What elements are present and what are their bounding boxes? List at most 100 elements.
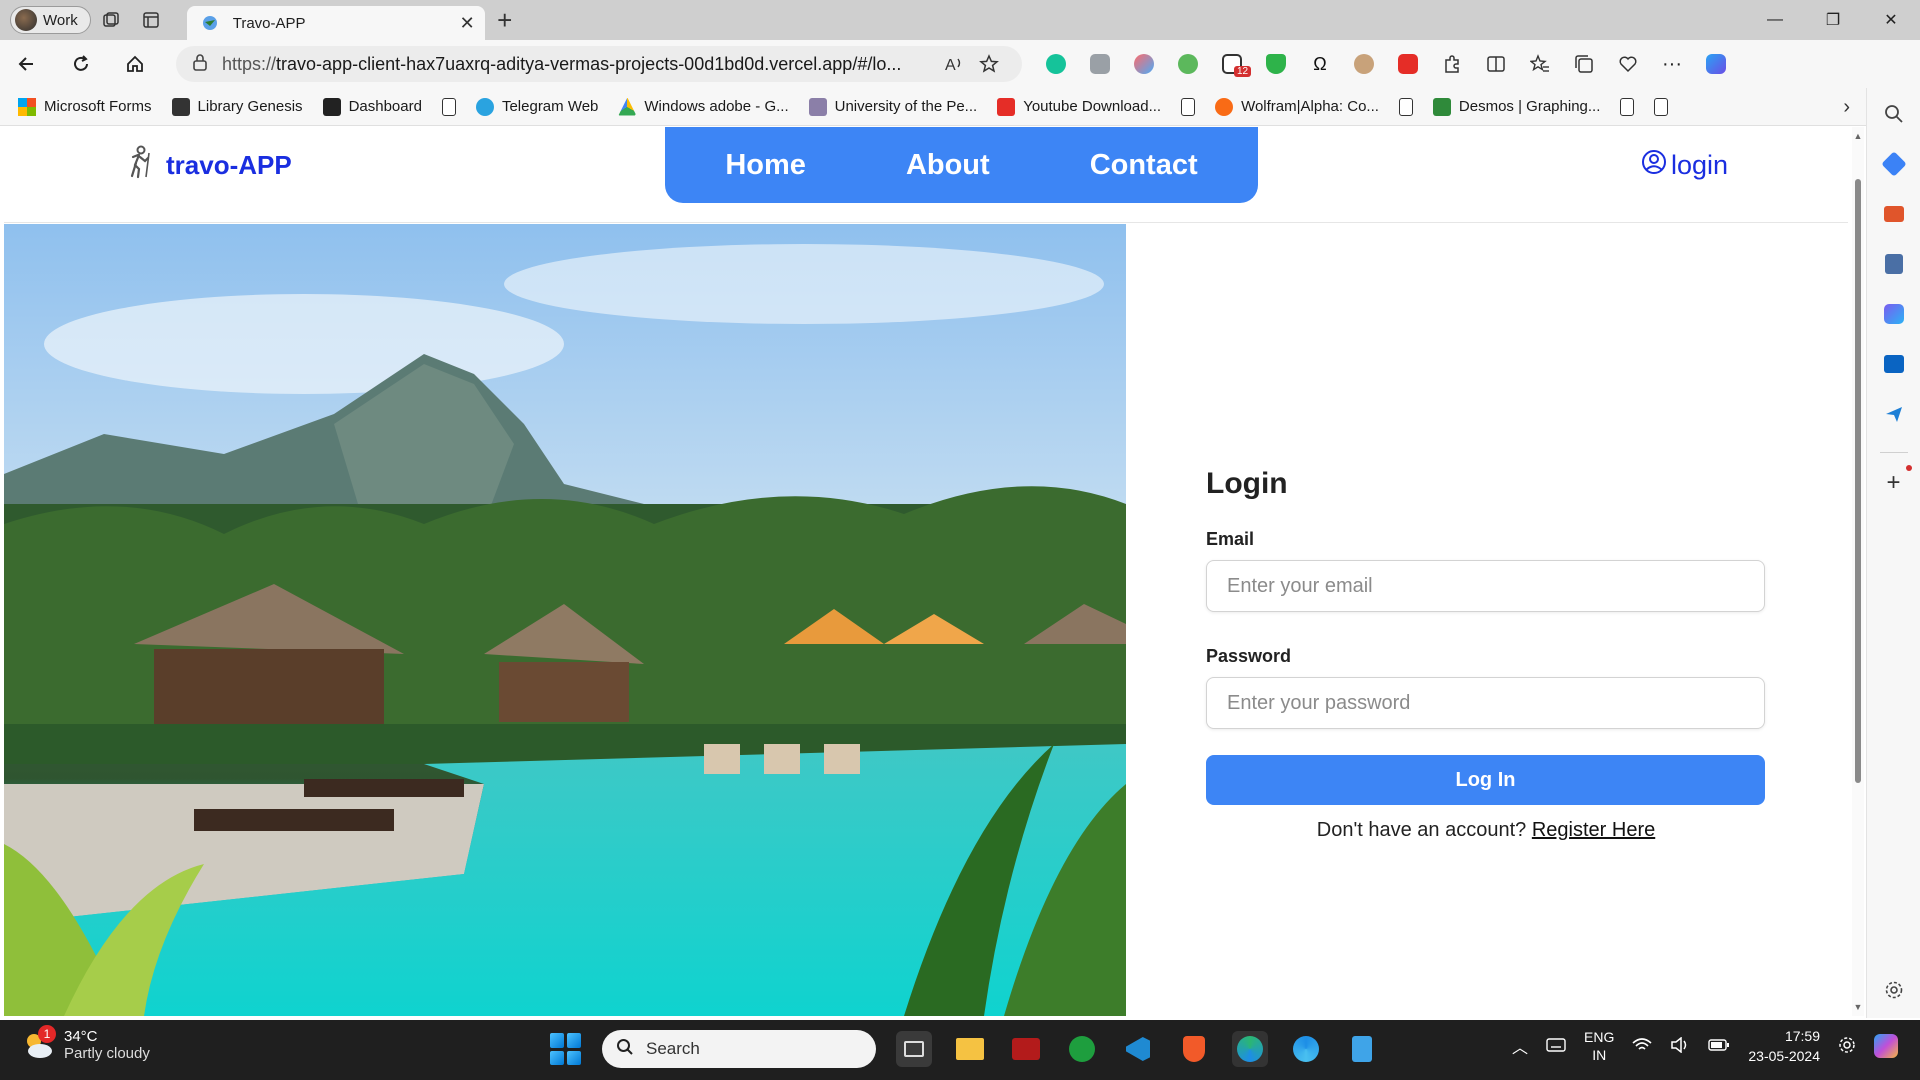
resort-photo <box>4 224 1126 1016</box>
favorite-star-icon[interactable] <box>972 54 1006 74</box>
tab-actions-icon[interactable] <box>131 0 171 40</box>
shopping-tag-icon[interactable] <box>1880 151 1907 177</box>
system-tray: ︿ ENG IN 17:59 23-05-2024 <box>1512 1026 1898 1066</box>
close-tab-icon[interactable]: ✕ <box>460 13 475 34</box>
header-login-link[interactable]: login <box>1641 149 1728 182</box>
home-icon[interactable] <box>108 44 162 84</box>
bookmark-library-genesis[interactable]: Library Genesis <box>171 97 303 116</box>
split-screen-icon[interactable] <box>1474 44 1518 84</box>
more-bookmarks-chevron-icon[interactable]: › <box>1843 96 1850 119</box>
copilot-taskbar-icon[interactable] <box>1874 1034 1898 1058</box>
tab-travo-app[interactable]: Travo-APP ✕ <box>186 6 485 40</box>
send-icon[interactable] <box>1882 402 1906 426</box>
notepad-icon[interactable] <box>1344 1031 1380 1067</box>
brave-icon[interactable] <box>1176 1031 1212 1067</box>
site-header: travo-APP Home About Contact login <box>4 127 1848 223</box>
bookmark-windows-adobe[interactable]: Windows adobe - G... <box>618 97 789 116</box>
close-window-icon[interactable]: ✕ <box>1862 0 1920 40</box>
games-icon[interactable] <box>1882 252 1906 276</box>
bookmark-blank-1[interactable] <box>441 97 456 116</box>
youtube-extension-icon[interactable] <box>1386 44 1430 84</box>
face-extension-icon[interactable] <box>1342 44 1386 84</box>
notification-settings-icon[interactable] <box>1838 1036 1856 1057</box>
xbox-icon[interactable] <box>1064 1031 1100 1067</box>
shield-extension-icon[interactable] <box>1254 44 1298 84</box>
profile-button[interactable]: Work <box>10 6 91 34</box>
extensions-puzzle-icon[interactable] <box>1430 44 1474 84</box>
favorites-icon[interactable] <box>1518 44 1562 84</box>
lock-icon[interactable] <box>192 53 208 76</box>
restore-icon[interactable]: ❐ <box>1804 0 1862 40</box>
login-submit-button[interactable]: Log In <box>1206 755 1765 805</box>
language-indicator[interactable]: ENG IN <box>1584 1028 1614 1064</box>
copilot-icon[interactable] <box>1694 44 1738 84</box>
copy-extension-icon[interactable] <box>1078 44 1122 84</box>
taskbar-search[interactable]: Search <box>602 1030 876 1068</box>
bookmark-microsoft-forms[interactable]: Microsoft Forms <box>18 97 152 116</box>
edge-sidebar: + <box>1866 88 1920 1018</box>
file-explorer-icon[interactable] <box>952 1031 988 1067</box>
wifi-icon[interactable] <box>1632 1037 1652 1056</box>
password-input[interactable] <box>1206 677 1765 729</box>
scrollbar-thumb[interactable] <box>1855 179 1861 783</box>
tools-icon[interactable] <box>1882 202 1906 226</box>
workspaces-icon[interactable] <box>91 0 131 40</box>
register-link[interactable]: Register Here <box>1532 819 1655 841</box>
colorful-extension-icon[interactable] <box>1122 44 1166 84</box>
edge-icon[interactable] <box>1232 1031 1268 1067</box>
vscode-icon[interactable] <box>1120 1031 1156 1067</box>
volume-icon[interactable] <box>1670 1035 1690 1056</box>
system-clock[interactable]: 17:59 23-05-2024 <box>1748 1026 1820 1066</box>
bookmark-youtube-download[interactable]: Youtube Download... <box>997 97 1161 116</box>
bookmark-blank-3[interactable] <box>1398 97 1413 116</box>
keyboard-icon[interactable] <box>1546 1037 1566 1055</box>
nav-about[interactable]: About <box>906 149 990 182</box>
address-input[interactable]: https://travo-app-client-hax7uaxrq-adity… <box>176 46 1022 82</box>
extension-badge: 12 <box>1234 66 1252 77</box>
bookmark-blank-5[interactable] <box>1654 97 1669 116</box>
weather-widget[interactable]: 1 34°C Partly cloudy <box>22 1025 150 1062</box>
refresh-icon[interactable] <box>54 44 108 84</box>
settings-gear-icon[interactable] <box>1882 978 1906 1002</box>
search-icon <box>616 1038 634 1061</box>
bookmark-wolfram-alpha[interactable]: Wolfram|Alpha: Co... <box>1215 97 1379 116</box>
extensions-bar: 12 Ω ··· <box>1034 44 1738 84</box>
microsoft-365-icon[interactable] <box>1882 302 1906 326</box>
bookmark-university[interactable]: University of the Pe... <box>808 97 977 116</box>
show-hidden-icons-chevron-icon[interactable]: ︿ <box>1512 1034 1528 1058</box>
page-scrollbar[interactable]: ▲ ▼ <box>1852 127 1864 1016</box>
bookmark-telegram-web[interactable]: Telegram Web <box>475 97 598 116</box>
nav-contact[interactable]: Contact <box>1090 149 1198 182</box>
red-app-icon[interactable] <box>1008 1031 1044 1067</box>
back-icon[interactable] <box>0 44 54 84</box>
dashboard-icon <box>322 97 341 116</box>
grammarly-icon[interactable] <box>1034 44 1078 84</box>
bookmark-blank-2[interactable] <box>1181 97 1196 116</box>
bookmark-blank-4[interactable] <box>1620 97 1635 116</box>
add-green-extension-icon[interactable] <box>1166 44 1210 84</box>
collections-icon[interactable] <box>1562 44 1606 84</box>
battery-icon[interactable] <box>1708 1038 1730 1055</box>
scroll-up-arrow-icon[interactable]: ▲ <box>1853 131 1863 141</box>
bookmark-desmos[interactable]: Desmos | Graphing... <box>1432 97 1600 116</box>
more-options-icon[interactable]: ··· <box>1650 44 1694 84</box>
email-input[interactable] <box>1206 560 1765 612</box>
task-view-icon[interactable] <box>896 1031 932 1067</box>
checklist-extension-icon[interactable]: 12 <box>1210 44 1254 84</box>
outlook-icon[interactable] <box>1882 352 1906 376</box>
browser-essentials-icon[interactable] <box>1606 44 1650 84</box>
edge-dev-icon[interactable] <box>1288 1031 1324 1067</box>
search-icon[interactable] <box>1882 102 1906 126</box>
windows-start-icon[interactable] <box>550 1033 582 1065</box>
scroll-down-arrow-icon[interactable]: ▼ <box>1853 1002 1863 1012</box>
read-aloud-icon[interactable]: A <box>938 55 972 73</box>
minimize-icon[interactable]: — <box>1746 0 1804 40</box>
site-logo[interactable]: travo-APP <box>124 145 292 186</box>
new-tab-button[interactable]: + <box>485 0 525 40</box>
nav-home[interactable]: Home <box>725 149 806 182</box>
page-viewport: travo-APP Home About Contact login Login… <box>4 127 1864 1016</box>
bookmark-dashboard[interactable]: Dashboard <box>322 97 422 116</box>
omega-extension-icon[interactable]: Ω <box>1298 44 1342 84</box>
add-app-icon[interactable]: + <box>1882 465 1912 496</box>
login-form: Login Email Password Log In Don't have a… <box>1206 467 1766 842</box>
